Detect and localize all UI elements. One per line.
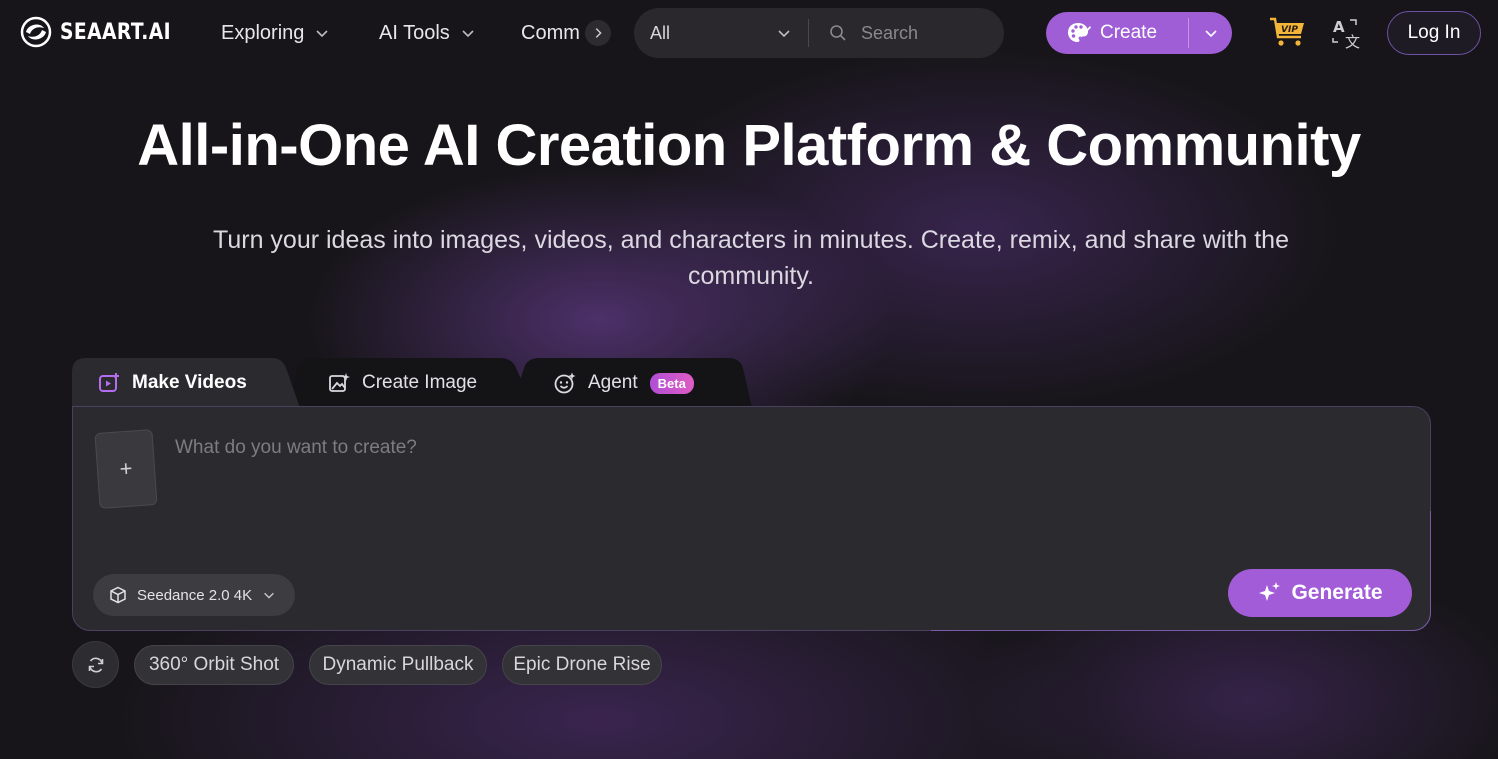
vip-cart-icon[interactable]: VIP [1268, 15, 1308, 49]
logo[interactable]: SEAART.AI [20, 14, 191, 50]
nav-community-label: Comm [521, 21, 580, 44]
tab-make-videos[interactable]: Make Videos [72, 358, 290, 408]
create-main-button[interactable]: Create [1046, 20, 1188, 46]
generate-button[interactable]: Generate [1228, 569, 1412, 617]
plus-icon: + [118, 455, 134, 482]
suggestion-chip[interactable]: 360° Orbit Shot [134, 645, 294, 685]
cube-icon [110, 586, 126, 604]
tab-create-image[interactable]: Create Image [302, 358, 522, 408]
model-label: Seedance 2.0 4K [137, 586, 253, 604]
prompt-input[interactable]: What do you want to create? [175, 437, 417, 459]
smile-sparkle-icon [554, 372, 576, 394]
search-filter-select[interactable]: All [634, 8, 808, 58]
hero-subtitle: Turn your ideas into images, videos, and… [213, 226, 1289, 290]
generate-label: Generate [1291, 581, 1383, 604]
chevron-down-icon [264, 592, 274, 599]
search-filter-value: All [650, 22, 671, 43]
chevron-right-icon [595, 28, 602, 38]
hero-title: All-in-One AI Creation Platform & Commun… [137, 113, 1361, 178]
nav-ai-tools-label: AI Tools [379, 21, 450, 44]
sparkles-icon [1259, 582, 1281, 601]
video-plus-icon [99, 373, 119, 392]
tab-create-image-label: Create Image [362, 372, 478, 393]
refresh-suggestions-button[interactable] [72, 641, 119, 688]
upload-reference-button[interactable]: + [94, 429, 158, 509]
chevron-down-icon [778, 30, 790, 38]
palette-brush-icon [1068, 23, 1091, 42]
nav-exploring-label: Exploring [221, 21, 305, 44]
login-button[interactable]: Log In [1387, 11, 1481, 55]
search-input[interactable]: Search [809, 23, 1004, 44]
create-label: Create [1100, 22, 1158, 43]
search-placeholder: Search [861, 22, 919, 43]
logo-text: SEAART.AI [60, 19, 172, 45]
search-bar: All Search [634, 8, 1004, 58]
chevron-down-icon [1204, 30, 1217, 38]
tab-agent-label: Agent [588, 372, 638, 393]
svg-text:A: A [1333, 18, 1345, 36]
logo-swirl-icon [20, 16, 52, 48]
svg-text:文: 文 [1345, 33, 1360, 50]
nav-community[interactable]: Comm [521, 20, 580, 46]
nav-exploring[interactable]: Exploring [221, 20, 330, 46]
beta-badge: Beta [649, 372, 694, 394]
suggestion-chip[interactable]: Dynamic Pullback [309, 645, 487, 685]
top-header: SEAART.AI Exploring AI Tools Comm All Se… [0, 0, 1498, 66]
model-select-button[interactable]: Seedance 2.0 4K [93, 574, 295, 616]
chevron-down-icon [316, 30, 328, 38]
chevron-down-icon [462, 30, 474, 38]
search-icon [830, 25, 846, 41]
image-sparkle-icon [329, 373, 350, 392]
suggestion-chip[interactable]: Epic Drone Rise [502, 645, 662, 685]
create-dropdown-toggle[interactable] [1189, 25, 1232, 41]
nav-ai-tools[interactable]: AI Tools [379, 20, 476, 46]
refresh-icon [88, 657, 103, 672]
tab-make-videos-label: Make Videos [132, 372, 247, 393]
create-button: Create [1046, 12, 1232, 54]
nav-scroll-right-button[interactable] [585, 20, 611, 46]
vip-badge-text: VIP [1281, 25, 1298, 35]
tab-agent[interactable]: Agent Beta [528, 358, 748, 408]
prompt-box: + What do you want to create? Seedance 2… [72, 406, 1431, 631]
language-translate-icon[interactable]: A 文 [1330, 16, 1364, 50]
